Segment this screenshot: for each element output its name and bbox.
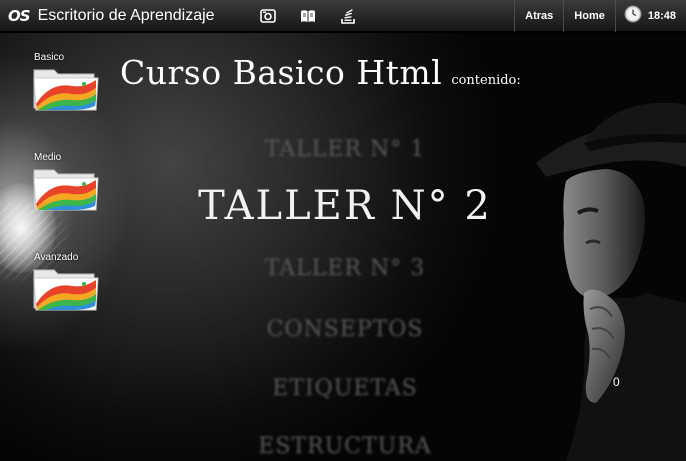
stack-icon[interactable]	[338, 6, 358, 26]
clock-time: 18:48	[647, 10, 676, 22]
camera-icon[interactable]	[258, 6, 278, 26]
menu-item-conseptos[interactable]: CONSEPTOS	[180, 317, 510, 342]
folder-icon	[33, 264, 114, 312]
menu-item-taller-3[interactable]: TALLER N° 3	[180, 256, 510, 281]
folder-medio[interactable]: Medio	[33, 152, 114, 212]
taskbar: OS Escritorio de Aprendizaje Atras Home …	[0, 0, 686, 32]
man-in-hat-image	[536, 103, 686, 461]
back-button[interactable]: Atras	[514, 0, 563, 32]
clock: 18:48	[614, 0, 686, 32]
menu-item-estructura[interactable]: ESTRUCTURA	[180, 434, 510, 459]
course-subtitle: contenido:	[451, 73, 521, 88]
menu-item-etiquetas[interactable]: ETIQUETAS	[180, 376, 510, 401]
course-heading: Curso Basico Html contenido:	[120, 53, 521, 92]
folder-icon	[33, 164, 114, 212]
os-logo[interactable]: OS	[8, 7, 31, 25]
book-icon[interactable]	[298, 6, 318, 26]
top-nav: Atras Home 18:48	[514, 0, 686, 32]
brand: OS Escritorio de Aprendizaje	[0, 0, 215, 32]
home-button[interactable]: Home	[563, 0, 615, 32]
menu-item-taller-1[interactable]: TALLER N° 1	[180, 137, 510, 162]
menu-item-taller-2[interactable]: TALLER N° 2	[180, 183, 510, 229]
counter-value: 0	[613, 375, 620, 389]
desktop: Basico Medio Avanzado Curso Basico Html …	[0, 33, 686, 461]
course-title: Curso Basico Html	[120, 53, 443, 92]
folder-avanzado[interactable]: Avanzado	[33, 252, 114, 312]
folder-icon	[33, 64, 114, 112]
folder-basico[interactable]: Basico	[33, 52, 114, 112]
clock-icon	[624, 5, 642, 27]
app-title: Escritorio de Aprendizaje	[37, 6, 215, 24]
